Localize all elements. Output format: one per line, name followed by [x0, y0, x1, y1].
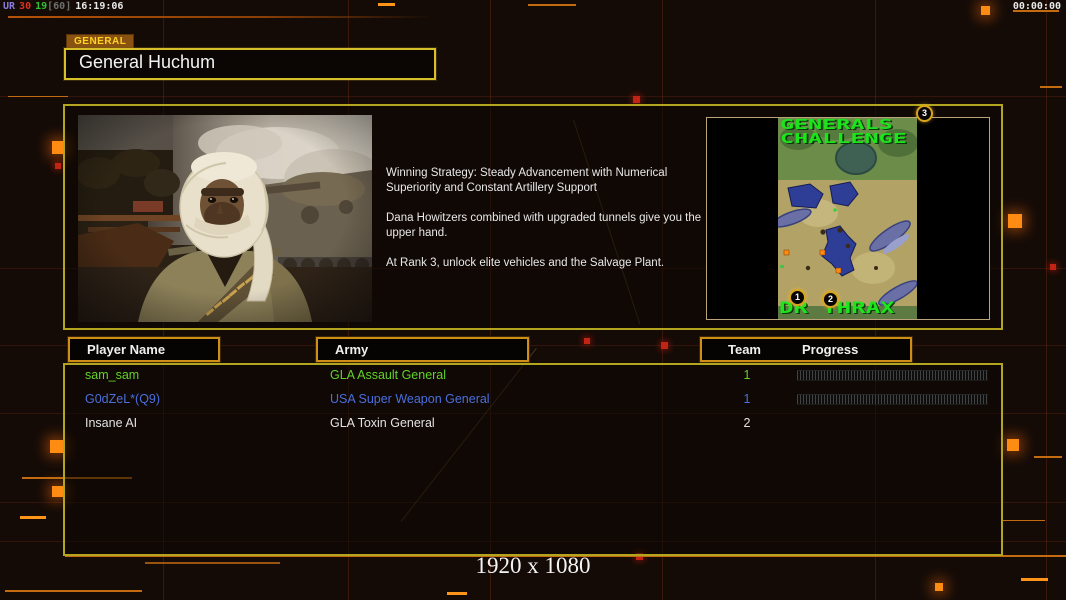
decor-line [1003, 520, 1045, 521]
load-progress-bar [797, 394, 988, 405]
player-name: G0dZeL*(Q9) [85, 392, 161, 406]
progress-header-label: Progress [802, 342, 859, 357]
decor-square [661, 342, 668, 349]
strategy-line-1: Winning Strategy: Steady Advancement wit… [386, 167, 668, 194]
portrait-art [76, 115, 384, 322]
debug-value-3: [60] [47, 1, 72, 12]
strategy-line-2: Dana Howitzers combined with upgraded tu… [386, 212, 702, 239]
map-start-marker-1: 1 [789, 289, 806, 306]
decor-square [633, 96, 640, 103]
debug-value-2: 19 [35, 1, 48, 12]
player-row: Insane AI GLA Toxin General 2 [0, 414, 1066, 434]
decor-line [5, 590, 142, 592]
map-start-marker-3: 3 [916, 105, 933, 122]
resolution-label: 1920 x 1080 [475, 553, 591, 578]
map-preview-panel: GENERALS CHALLENGE DR THRAX [706, 117, 990, 320]
player-army: USA Super Weapon General [330, 392, 490, 406]
player-name-header-label: Player Name [87, 342, 166, 357]
debug-value-1: 30 [19, 1, 32, 12]
player-team: 2 [743, 416, 751, 430]
load-progress-bar [797, 370, 988, 381]
map-overlay-title: GENERALS CHALLENGE [780, 119, 907, 147]
map-overlay-title-line1: GENERALS [780, 118, 893, 133]
grid-line [0, 96, 1066, 97]
army-header-label: Army [335, 342, 369, 357]
match-timer: 00:00:00 [1012, 1, 1061, 12]
player-army: GLA Toxin General [330, 416, 435, 430]
decor-line [1040, 86, 1062, 88]
strategy-line-3: At Rank 3, unlock elite vehicles and the… [386, 257, 665, 269]
decor-square [1008, 214, 1022, 228]
decor-square [935, 583, 943, 591]
column-header-player-name: Player Name [68, 337, 220, 362]
general-portrait [76, 115, 384, 322]
debug-ur-label: UR [3, 1, 16, 12]
decor-line [8, 96, 68, 97]
decor-line [378, 3, 395, 6]
debug-clock: 16:19:06 [75, 1, 124, 12]
decor-square [584, 338, 590, 344]
decor-line [528, 4, 576, 6]
grid-line [1046, 0, 1047, 600]
decor-square [52, 486, 63, 497]
decor-line [1034, 456, 1062, 458]
decor-line [447, 592, 467, 595]
column-header-army: Army [316, 337, 529, 362]
team-header-label: Team [728, 342, 761, 357]
strategy-text: Winning Strategy: Steady Advancement wit… [386, 166, 706, 286]
player-team: 1 [743, 368, 751, 382]
player-name: Insane AI [85, 416, 138, 430]
decor-square [1007, 439, 1019, 451]
player-name: sam_sam [85, 368, 140, 382]
column-header-team-progress: Team Progress [700, 337, 912, 362]
generals-challenge-lobby-screen: UR 30 19[60] 16:19:06 00:00:00 GENERAL Gene… [0, 0, 1066, 600]
player-team: 1 [743, 392, 751, 406]
map-start-marker-2: 2 [822, 291, 839, 308]
decor-square [981, 6, 990, 15]
decor-square [50, 440, 63, 453]
debug-stats-readout: UR 30 19[60] 16:19:06 [3, 1, 127, 12]
general-name-box: General Huchum [64, 48, 436, 80]
decor-line [20, 516, 46, 519]
map-overlay-title-line2: CHALLENGE [780, 132, 907, 147]
decor-line [8, 16, 432, 18]
general-name: General Huchum [79, 52, 216, 72]
decor-square [1050, 264, 1056, 270]
decor-square [55, 163, 61, 169]
player-army: GLA Assault General [330, 368, 447, 382]
general-tab-label: GENERAL [66, 34, 135, 49]
